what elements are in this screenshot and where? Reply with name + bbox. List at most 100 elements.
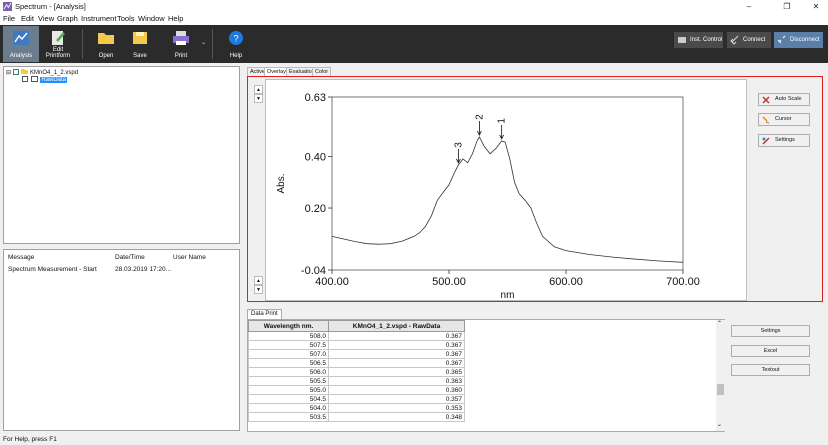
menu-file[interactable]: File [3, 14, 15, 23]
table-header-row: Wavelength nm. KMnO4_1_2.vspd - RawData [248, 320, 465, 332]
wavelength-cell[interactable]: 504.0 [248, 403, 329, 413]
table-row[interactable]: 505.0 0.360 [248, 385, 465, 395]
scroll-thumb[interactable] [717, 384, 724, 395]
wavelength-cell[interactable]: 505.5 [248, 376, 329, 386]
table-row[interactable]: 503.5 0.348 [248, 412, 465, 422]
absorbance-cell[interactable]: 0.367 [328, 331, 465, 341]
tree-file-node[interactable]: ⊟ KMnO4_1_2.vspd [6, 68, 78, 76]
analysis-button[interactable]: Analysis [3, 26, 39, 62]
status-bar: For Help, press F1 [0, 434, 828, 445]
textout-button[interactable]: Textout [731, 364, 810, 376]
absorbance-cell[interactable]: 0.360 [328, 385, 465, 395]
tab-data-print[interactable]: Data Print [247, 309, 282, 319]
column-header-rawdata[interactable]: KMnO4_1_2.vspd - RawData [328, 320, 465, 332]
absorbance-cell[interactable]: 0.357 [328, 394, 465, 404]
file-checkbox[interactable] [12, 69, 19, 76]
column-header-username[interactable]: User Name [173, 254, 206, 261]
wavelength-cell[interactable]: 504.5 [248, 394, 329, 404]
edit-printform-button[interactable]: Edit Printform [40, 26, 76, 62]
y-tick-label: 0.40 [305, 151, 326, 163]
absorbance-cell[interactable]: 0.353 [328, 403, 465, 413]
chart-settings-button[interactable]: Settings [758, 134, 810, 147]
scroll-down-arrow-icon[interactable]: ▼ [254, 285, 263, 294]
inst-control-button[interactable]: Inst. Control [674, 32, 723, 48]
wavelength-cell[interactable]: 507.5 [248, 340, 329, 350]
title-bar: Spectrum - [Analysis] – ❐ ✕ [0, 0, 828, 13]
absorbance-cell[interactable]: 0.367 [328, 349, 465, 359]
minimize-button[interactable]: – [738, 0, 760, 13]
wavelength-cell[interactable]: 503.5 [248, 412, 329, 422]
scroll-down-arrow-icon[interactable]: ▼ [254, 94, 263, 103]
table-row[interactable]: 505.5 0.363 [248, 376, 465, 386]
wavelength-cell[interactable]: 505.0 [248, 385, 329, 395]
table-body: 508.0 0.367 507.5 0.367 507.0 0.367 506.5 0.367… [248, 331, 465, 422]
tab-color[interactable]: Color [312, 67, 332, 76]
table-row[interactable]: 507.0 0.367 [248, 349, 465, 359]
absorbance-cell[interactable]: 0.348 [328, 412, 465, 422]
y-tick-label: 0.20 [305, 203, 326, 215]
menu-edit[interactable]: Edit [21, 14, 34, 23]
table-vertical-scrollbar[interactable]: ⌃ ⌄ [716, 320, 725, 431]
open-button[interactable]: Open [90, 26, 122, 62]
menu-help[interactable]: Help [168, 14, 183, 23]
table-row[interactable]: 504.5 0.357 [248, 394, 465, 404]
spectrum-chart[interactable]: 0.63 0.40 0.20 -0.04 400.00 500.00 600.00 700.0… [265, 79, 747, 301]
scroll-down-icon[interactable]: ⌄ [717, 421, 722, 428]
table-row[interactable]: 504.0 0.353 [248, 403, 465, 413]
disconnect-button[interactable]: Disconnect [774, 32, 823, 48]
svg-text:?: ? [233, 34, 238, 44]
menu-tools[interactable]: Tools [117, 14, 135, 23]
column-header-wavelength[interactable]: Wavelength nm. [248, 320, 329, 332]
column-header-message[interactable]: Message [8, 254, 34, 261]
folder-icon [21, 69, 29, 74]
connect-button[interactable]: Connect [727, 32, 771, 48]
help-button[interactable]: ? Help [220, 26, 252, 62]
x-tick-label: 400.00 [315, 276, 349, 288]
file-tree: ⊟ KMnO4_1_2.vspd RawData [3, 66, 240, 244]
scroll-up-arrow-icon[interactable]: ▲ [254, 276, 263, 285]
wavelength-cell[interactable]: 507.0 [248, 349, 329, 359]
cursor-button[interactable]: Cursor [758, 113, 810, 126]
absorbance-cell[interactable]: 0.367 [328, 340, 465, 350]
tree-rawdata-node[interactable]: RawData [22, 76, 68, 84]
wavelength-cell[interactable]: 506.0 [248, 367, 329, 377]
table-row[interactable]: 508.0 0.367 [248, 331, 465, 341]
rawdata-checkbox[interactable] [22, 76, 28, 83]
menu-view[interactable]: View [38, 14, 54, 23]
message-datetime[interactable]: 28.03.2019 17:20... [115, 266, 171, 273]
menu-graph[interactable]: Graph [57, 14, 78, 23]
help-icon: ? [229, 31, 243, 45]
scroll-up-arrow-icon[interactable]: ▲ [254, 85, 263, 94]
wavelength-cell[interactable]: 508.0 [248, 331, 329, 341]
excel-button[interactable]: Excel [731, 345, 810, 357]
print-button[interactable]: Print [164, 26, 198, 62]
close-button[interactable]: ✕ [805, 0, 827, 13]
auto-scale-button[interactable]: Auto Scale [758, 93, 810, 106]
menu-instrument[interactable]: Instrument [81, 14, 116, 23]
table-row[interactable]: 506.0 0.365 [248, 367, 465, 377]
data-print-panel: Wavelength nm. KMnO4_1_2.vspd - RawData … [247, 319, 725, 432]
scroll-up-icon[interactable]: ⌃ [717, 320, 722, 327]
collapse-icon[interactable]: ⊟ [6, 70, 11, 76]
cursor-icon [762, 116, 770, 124]
app-icon [3, 2, 12, 11]
restore-button[interactable]: ❐ [776, 0, 798, 13]
message-text[interactable]: Spectrum Measurement - Start [8, 266, 97, 273]
data-settings-button[interactable]: Settings [731, 325, 810, 337]
menu-window[interactable]: Window [138, 14, 165, 23]
table-row[interactable]: 507.5 0.367 [248, 340, 465, 350]
column-header-datetime[interactable]: Date/Time [115, 254, 145, 261]
peak-label: 2 [474, 114, 485, 120]
absorbance-cell[interactable]: 0.365 [328, 367, 465, 377]
x-axis-label: nm [501, 290, 515, 301]
print-dropdown-icon[interactable]: ⌄ [201, 39, 206, 46]
data-table: Wavelength nm. KMnO4_1_2.vspd - RawData … [248, 320, 465, 422]
wavelength-cell[interactable]: 506.5 [248, 358, 329, 368]
toolbar-separator [82, 29, 83, 59]
absorbance-cell[interactable]: 0.367 [328, 358, 465, 368]
table-row[interactable]: 506.5 0.367 [248, 358, 465, 368]
save-button[interactable]: Save [124, 26, 156, 62]
x-tick-label: 600.00 [549, 276, 583, 288]
absorbance-cell[interactable]: 0.363 [328, 376, 465, 386]
instrument-icon [678, 37, 686, 43]
